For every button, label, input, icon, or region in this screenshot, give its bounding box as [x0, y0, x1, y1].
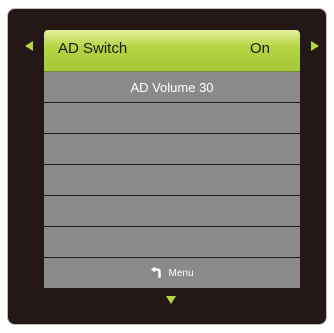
menu-footer[interactable]: Menu: [44, 258, 300, 288]
menu-item-empty: [44, 103, 300, 134]
menu-item-ad-switch[interactable]: AD Switch On: [44, 30, 300, 72]
menu-item-empty: [44, 227, 300, 258]
right-arrow-icon[interactable]: [311, 41, 319, 51]
return-icon: [151, 266, 162, 278]
left-arrow-icon[interactable]: [25, 41, 33, 51]
menu-item-empty: [44, 196, 300, 227]
menu-item-label: AD Switch: [58, 40, 128, 57]
footer-menu-label: Menu: [168, 268, 194, 279]
menu-item-label: AD Volume 30: [130, 80, 214, 95]
menu-list: AD Switch On AD Volume 30 Menu: [44, 30, 300, 288]
menu-item-empty: [44, 165, 300, 196]
menu-item-value: On: [249, 40, 270, 57]
down-arrow-icon[interactable]: [166, 296, 176, 304]
menu-item-ad-volume[interactable]: AD Volume 30: [44, 72, 300, 103]
menu-item-empty: [44, 134, 300, 165]
